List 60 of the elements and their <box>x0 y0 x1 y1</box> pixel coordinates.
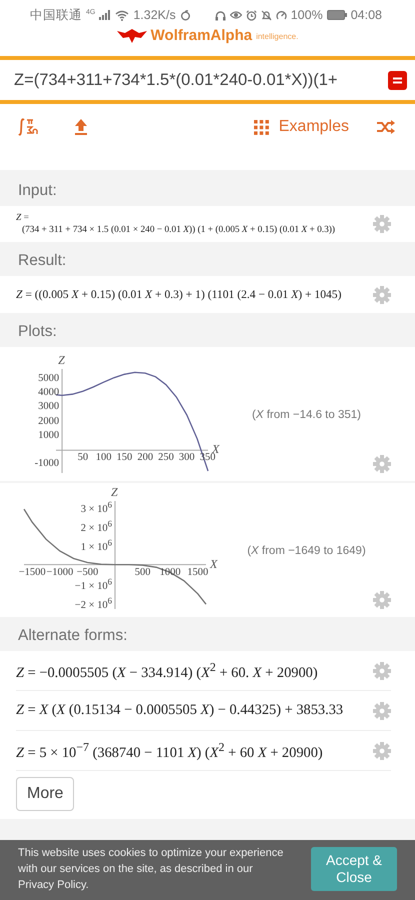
accept-button[interactable]: Accept & Close <box>311 847 397 891</box>
examples-button[interactable]: Examples <box>254 118 349 136</box>
pod-title: Plots: <box>17 322 58 342</box>
tick-label: 2000 <box>38 416 60 428</box>
search-field[interactable]: Z=(734+311+734*1.5*(0.01*240-0.01*X))(1+ <box>14 70 384 90</box>
range-note: (X from −14.6 to 351) <box>252 409 361 421</box>
pod-title: Alternate forms: <box>17 626 128 646</box>
tick-label: −1 × 10$^{6}$ <box>74 576 112 593</box>
settings-icon[interactable] <box>373 591 391 609</box>
swirl-icon <box>180 10 191 20</box>
more-button[interactable]: More <box>16 777 74 811</box>
logo-text: WolframAlpha <box>150 28 252 44</box>
upload-icon[interactable] <box>74 119 88 135</box>
signal-icon <box>99 10 112 20</box>
settings-icon[interactable] <box>373 455 391 473</box>
cookie-notice: This website uses cookies to optimize your experience with our services on the site, as described in our Privacy Policy. <box>18 846 284 893</box>
tick-label: 3 × 10$^{6}$ <box>80 498 112 516</box>
tick-label: 2 × 10$^{6}$ <box>80 517 112 535</box>
formula-text: Z = −0.0005505 (X − 334.914) (X$^{2}$ + 60. X + 20900) <box>16 660 318 682</box>
tick-label: 5000 <box>38 372 60 385</box>
tick-label: 1000 <box>38 430 60 442</box>
tagline: intelligence. <box>256 32 298 40</box>
equals-button[interactable] <box>388 70 407 90</box>
formula-text: Z = <box>16 212 30 224</box>
axis-label: X <box>210 556 218 572</box>
logo-icon <box>116 29 147 43</box>
tick-label: -1000 <box>34 458 60 470</box>
formula-text: (734 + 311 + 734 × 1.5 (0.01 × 240 − 0.01 X)) (1 + (0.005 X + 0.15) (0.01 X + 0.3)) <box>21 224 336 236</box>
alarm-icon <box>246 10 257 20</box>
privacy-policy-link[interactable]: Privacy Policy <box>18 879 86 891</box>
formula-text: Z = ((0.005 X + 0.15) (0.01 X + 0.3) + 1) (1101 (2.4 − 0.01 X) + 1045) <box>16 287 342 303</box>
tick-label: 1 × 10$^{6}$ <box>80 536 112 554</box>
headphones-icon <box>214 10 226 20</box>
axis-label: Z <box>58 353 65 368</box>
bell-off-icon <box>260 10 272 20</box>
settings-icon[interactable] <box>373 702 391 720</box>
carrier-name: 中国联通 <box>30 6 82 24</box>
settings-icon[interactable] <box>373 662 391 680</box>
math-input-icon[interactable] <box>18 117 40 137</box>
pod-title: Input: <box>17 181 58 201</box>
network-speed: 1.32K/s <box>133 8 176 22</box>
tick-label: −2 × 10$^{6}$ <box>74 594 112 612</box>
formula-text: Z = 5 × 10$^{−7}$ (368740 − 1101 X) (X$^{2}$ + 60 X + 20900) <box>16 740 323 762</box>
battery-icon <box>326 10 347 20</box>
wifi-icon <box>115 10 130 20</box>
tick-label: 3000 <box>38 401 60 414</box>
formula-text: Z = X (X (0.15134 − 0.0005505 X) − 0.44325) + 3853.33 <box>16 702 344 719</box>
settings-icon[interactable] <box>373 742 391 760</box>
eye-icon <box>230 10 242 20</box>
pod-title: Result: <box>17 251 68 271</box>
axis-label: Z <box>111 485 118 500</box>
tick-label: 4000 <box>38 387 60 400</box>
settings-icon[interactable] <box>373 215 391 233</box>
shuffle-icon[interactable] <box>377 120 395 134</box>
grid-icon <box>254 120 269 134</box>
battery-percent: 100% <box>290 8 323 22</box>
clock-time: 04:08 <box>350 8 382 22</box>
settings-icon[interactable] <box>373 286 391 304</box>
range-note: (X from −1649 to 1649) <box>247 545 366 557</box>
gauge-icon <box>276 10 287 20</box>
